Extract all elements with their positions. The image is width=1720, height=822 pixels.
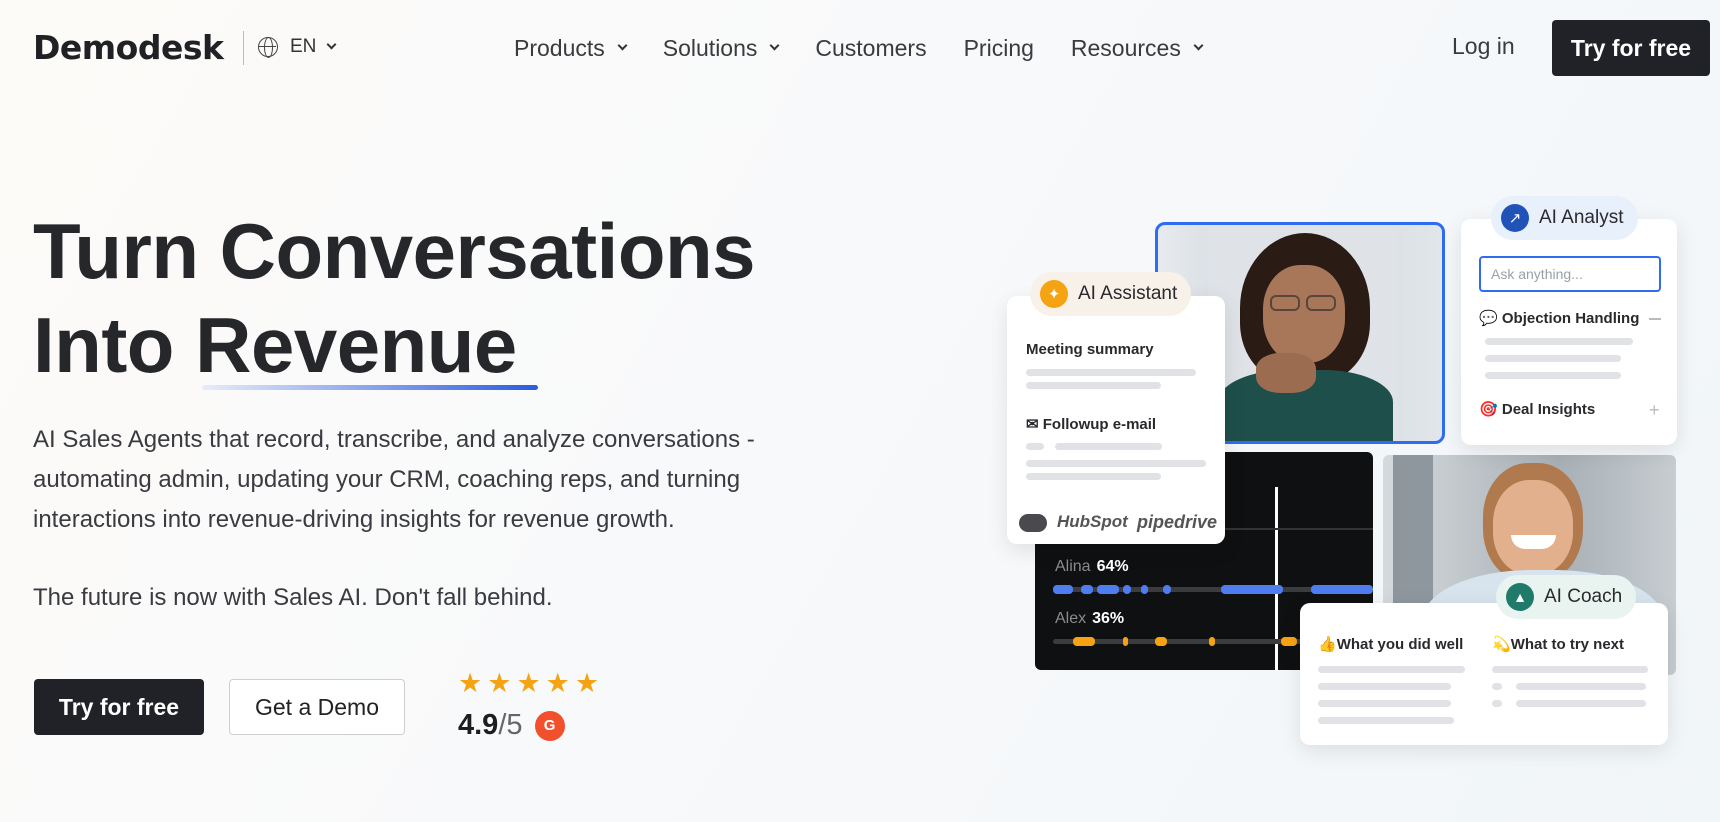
get-demo-button[interactable]: Get a Demo xyxy=(229,679,405,735)
ai-coach-card: 👍What you did well 💫What to try next xyxy=(1300,603,1668,745)
deal-insights-title: 🎯 Deal Insights xyxy=(1479,401,1596,418)
menu-item-pricing[interactable]: Pricing xyxy=(964,33,1034,63)
ai-analyst-pill: ↗ AI Analyst xyxy=(1491,196,1638,240)
language-selector[interactable]: EN xyxy=(258,36,337,58)
followup-email-title: ✉ Followup e-mail xyxy=(1026,416,1157,433)
menu-item-solutions[interactable]: Solutions xyxy=(663,33,780,63)
talk-ratio-alex: Alex 36% xyxy=(1055,610,1125,627)
chevron-down-icon xyxy=(769,40,780,51)
headline-underline xyxy=(202,385,538,390)
ai-assistant-label: AI Assistant xyxy=(1078,283,1178,304)
collapse-icon[interactable] xyxy=(1649,318,1661,320)
ai-analyst-label: AI Analyst xyxy=(1539,207,1624,228)
ai-assistant-card: Meeting summary ✉ Followup e-mail HubSpo… xyxy=(1007,296,1225,544)
rating-stars: ★ ★ ★ ★ ★ xyxy=(458,668,599,698)
hero-headline: Turn Conversations Into Revenue xyxy=(33,204,755,392)
star-icon: ★ xyxy=(458,668,483,698)
sparkle-icon: ✦ xyxy=(1040,280,1068,308)
hero-tagline: The future is now with Sales AI. Don't f… xyxy=(33,584,553,611)
nav-divider xyxy=(243,31,244,65)
try-next-title: 💫What to try next xyxy=(1492,636,1625,653)
headline-line-1: Turn Conversations xyxy=(33,207,755,295)
ai-coach-pill: ▲ AI Coach xyxy=(1496,575,1637,619)
ask-anything-input[interactable]: Ask anything... xyxy=(1479,256,1661,292)
main-menu: Products Solutions Customers Pricing Res… xyxy=(514,33,1204,63)
sparkle-icon: 💫 xyxy=(1492,636,1511,653)
talk-ratio-alina: Alina 64% xyxy=(1055,558,1129,575)
star-icon: ★ xyxy=(487,668,512,698)
chat-bubble-icon: 💬 xyxy=(1479,310,1502,327)
chevron-down-icon xyxy=(326,39,337,50)
star-icon: ★ xyxy=(574,668,600,698)
headline-highlight: Revenue xyxy=(195,301,517,389)
menu-item-customers[interactable]: Customers xyxy=(815,33,926,63)
g2-icon: G xyxy=(534,710,565,741)
chevron-down-icon xyxy=(1193,40,1204,51)
star-icon: ★ xyxy=(545,668,570,698)
target-icon: 🎯 xyxy=(1479,401,1502,418)
trend-icon: ↗ xyxy=(1501,204,1529,232)
rating-max: 5 xyxy=(506,709,523,741)
graduation-cap-icon: ▲ xyxy=(1506,583,1534,611)
salesforce-icon xyxy=(1019,514,1047,532)
objection-handling-title: 💬 Objection Handling xyxy=(1479,310,1640,327)
globe-icon xyxy=(258,37,278,58)
nav-try-free-button[interactable]: Try for free xyxy=(1552,20,1710,76)
hero-description: AI Sales Agents that record, transcribe,… xyxy=(33,426,755,533)
hero-try-free-button[interactable]: Try for free xyxy=(34,679,204,735)
headline-line-2-prefix: Into xyxy=(33,301,196,389)
rating-score: 4.9/5 G xyxy=(458,709,565,742)
chevron-down-icon xyxy=(617,40,628,51)
star-icon: ★ xyxy=(516,668,541,698)
rating-value: 4.9 xyxy=(458,709,499,741)
menu-item-resources[interactable]: Resources xyxy=(1071,33,1204,63)
ai-coach-label: AI Coach xyxy=(1544,586,1623,607)
login-link[interactable]: Log in xyxy=(1452,33,1515,60)
meeting-summary-title: Meeting summary xyxy=(1026,341,1154,358)
ai-assistant-pill: ✦ AI Assistant xyxy=(1030,272,1192,316)
pipedrive-logo: pipedrive xyxy=(1137,512,1218,532)
hubspot-logo: HubSpot xyxy=(1057,512,1128,531)
envelope-icon: ✉ xyxy=(1026,416,1043,433)
top-navigation: Demodesk EN Products Solutions Customers… xyxy=(0,0,1720,96)
expand-icon[interactable]: + xyxy=(1649,400,1660,421)
ai-analyst-card: Ask anything... 💬 Objection Handling 🎯 D… xyxy=(1461,219,1677,445)
did-well-title: 👍What you did well xyxy=(1318,636,1464,653)
thumbs-up-icon: 👍 xyxy=(1318,636,1337,653)
demodesk-logo[interactable]: Demodesk xyxy=(33,30,224,66)
menu-item-products[interactable]: Products xyxy=(514,33,628,63)
language-label: EN xyxy=(290,36,317,57)
